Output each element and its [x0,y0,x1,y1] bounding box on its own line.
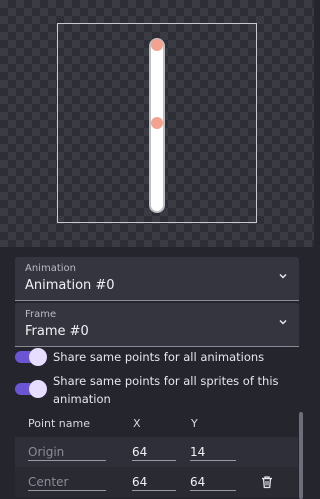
share-points-animations-label: Share same points for all animations [53,350,265,364]
frame-select[interactable]: Frame Frame #0 [15,303,299,347]
point-y-input[interactable]: 64 [190,473,236,491]
animation-select-label: Animation [25,263,76,274]
column-header-x: X [133,417,141,430]
sprite-preview [0,0,314,247]
center-point-marker[interactable] [151,117,163,129]
trash-icon[interactable] [259,474,275,490]
sprite-bounds [57,23,257,223]
chevron-down-icon [279,273,287,279]
frame-select-label: Frame [25,309,57,320]
point-x-input[interactable]: 64 [132,443,176,461]
points-editor-panel: Animation Animation #0 Frame Frame #0 Sh… [0,247,314,499]
sprite-image [149,38,165,213]
origin-point-marker[interactable] [151,39,163,51]
column-header-y: Y [191,417,198,430]
table-row: Origin 64 14 [15,437,298,467]
chevron-down-icon [279,319,287,325]
animation-select[interactable]: Animation Animation #0 [15,257,299,301]
share-points-animations-toggle-row: Share same points for all animations [15,348,305,368]
point-name-input[interactable]: Center [28,473,106,491]
share-points-animations-switch[interactable] [15,348,47,366]
panel-scrollbar[interactable] [299,412,303,499]
point-name-input[interactable]: Origin [28,443,106,461]
switch-knob [29,348,47,366]
point-x-input[interactable]: 64 [132,473,176,491]
switch-knob [29,380,47,398]
animation-select-value: Animation #0 [25,278,115,293]
share-points-sprites-label: Share same points for all sprites of thi… [53,374,279,406]
column-header-point-name: Point name [28,417,91,430]
share-points-sprites-switch[interactable] [15,380,47,398]
frame-select-value: Frame #0 [25,324,89,339]
share-points-sprites-toggle-row: Share same points for all sprites of thi… [15,372,305,410]
table-row: Center 64 64 [15,467,298,497]
point-y-input[interactable]: 14 [190,443,236,461]
